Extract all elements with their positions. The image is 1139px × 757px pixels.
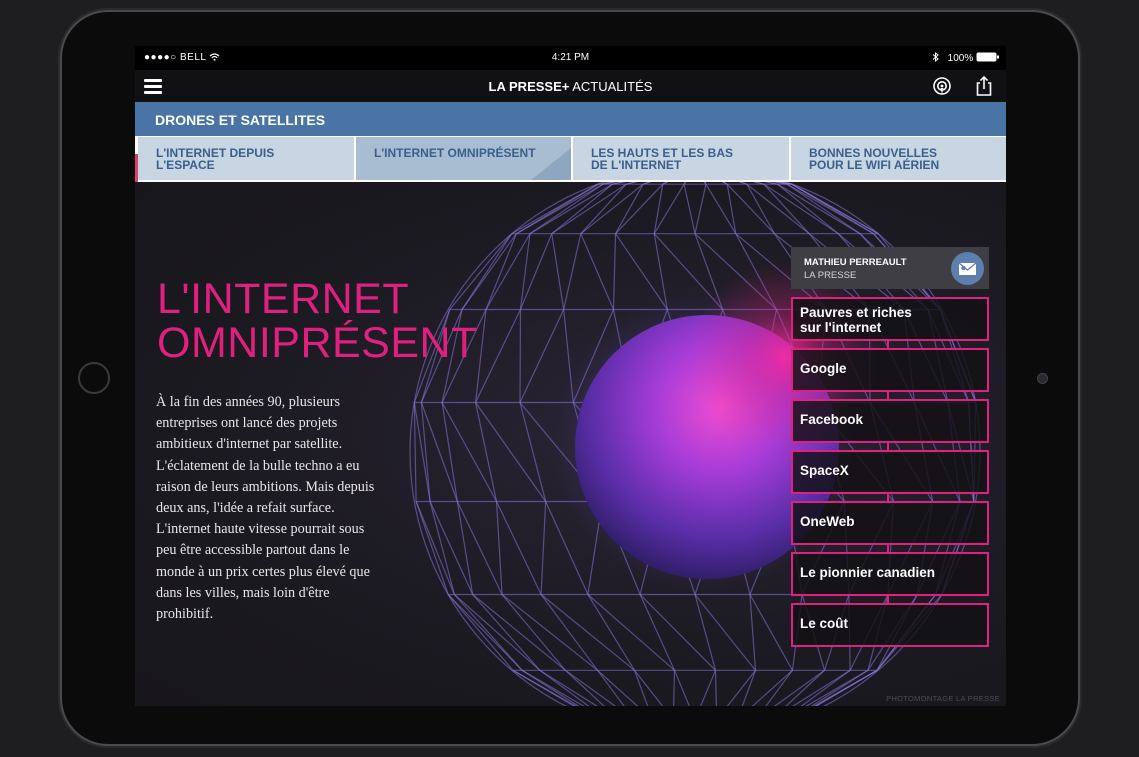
nav-item-label: Facebook xyxy=(800,412,864,427)
tab-label-line2: POUR LE WIFI AÉRIEN xyxy=(809,158,940,172)
app-title: LA PRESSE+ ACTUALITÉS xyxy=(135,79,1006,94)
nav-label-line1: Pauvres et riches xyxy=(800,305,912,320)
author-name: MATHIEU PERREAULT xyxy=(804,257,907,268)
battery-label: 100% xyxy=(947,53,974,64)
article-content: L'INTERNET OMNIPRÉSENT À la fin des anné… xyxy=(135,182,1006,706)
nav-item-label: SpaceX xyxy=(800,463,849,478)
tab-label-line2: DE L'INTERNET xyxy=(591,158,682,172)
tab-label-line1: L'INTERNET OMNIPRÉSENT xyxy=(374,146,536,160)
mail-icon[interactable] xyxy=(951,252,984,285)
section-title: DRONES ET SATELLITES xyxy=(155,112,326,128)
nav-item-oneweb[interactable]: OneWeb xyxy=(791,501,989,545)
status-right: 100% xyxy=(932,51,1000,64)
podcast-icon[interactable] xyxy=(932,76,952,96)
headline-line2: OMNIPRÉSENT xyxy=(157,319,478,367)
nav-item-label: Le coût xyxy=(800,616,849,631)
article-tabs: L'INTERNET DEPUIS L'ESPACE L'INTERNET OM… xyxy=(135,136,1006,182)
status-bar: ●●●●○ BELL 4:21 PM 100% xyxy=(135,46,1006,70)
tab-internet-omnipresent[interactable]: L'INTERNET OMNIPRÉSENT xyxy=(356,137,571,180)
author-card: MATHIEU PERREAULT LA PRESSE xyxy=(791,247,989,289)
article-headline: L'INTERNET OMNIPRÉSENT xyxy=(157,277,478,365)
nav-item-label: Le pionnier canadien xyxy=(800,565,936,580)
section-label: ACTUALITÉS xyxy=(572,79,653,94)
photo-credit: PHOTOMONTAGE LA PRESSE xyxy=(886,694,1000,703)
battery-icon xyxy=(976,52,1000,64)
article-body: À la fin des années 90, plusieurs entrep… xyxy=(156,394,375,623)
camera-icon xyxy=(1037,373,1048,384)
nav-item-spacex[interactable]: SpaceX xyxy=(791,450,989,494)
headline-line1: L'INTERNET xyxy=(157,275,410,323)
nav-item-pauvres-riches[interactable]: Pauvres et riches sur l'internet xyxy=(791,297,989,341)
tab-hauts-et-bas[interactable]: LES HAUTS ET LES BAS DE L'INTERNET xyxy=(573,137,789,180)
author-org: LA PRESSE xyxy=(804,270,857,281)
tab-label-line2: L'ESPACE xyxy=(156,158,215,172)
section-header: DRONES ET SATELLITES xyxy=(135,102,1006,136)
nav-item-label: OneWeb xyxy=(800,514,855,529)
share-icon[interactable] xyxy=(975,75,993,97)
nav-item-label: Pauvres et riches sur l'internet xyxy=(800,305,912,335)
nav-item-google[interactable]: Google xyxy=(791,348,989,392)
nav-item-pionnier-canadien[interactable]: Le pionnier canadien xyxy=(791,552,989,596)
nav-item-facebook[interactable]: Facebook xyxy=(791,399,989,443)
tab-wifi-aerien[interactable]: BONNES NOUVELLES POUR LE WIFI AÉRIEN xyxy=(791,137,1006,180)
bluetooth-icon xyxy=(932,51,942,64)
nav-item-le-cout[interactable]: Le coût xyxy=(791,603,989,647)
brand-label: LA PRESSE+ xyxy=(488,79,570,94)
status-time: 4:21 PM xyxy=(551,52,590,63)
app-header: LA PRESSE+ ACTUALITÉS xyxy=(135,70,1006,102)
nav-label-line2: sur l'internet xyxy=(800,320,882,335)
screen: ●●●●○ BELL 4:21 PM 100% LA PRESSE+ ACTUA… xyxy=(135,46,1006,706)
nav-item-label: Google xyxy=(800,361,847,376)
home-button[interactable] xyxy=(78,362,110,394)
tab-internet-depuis-espace[interactable]: L'INTERNET DEPUIS L'ESPACE xyxy=(138,137,354,180)
